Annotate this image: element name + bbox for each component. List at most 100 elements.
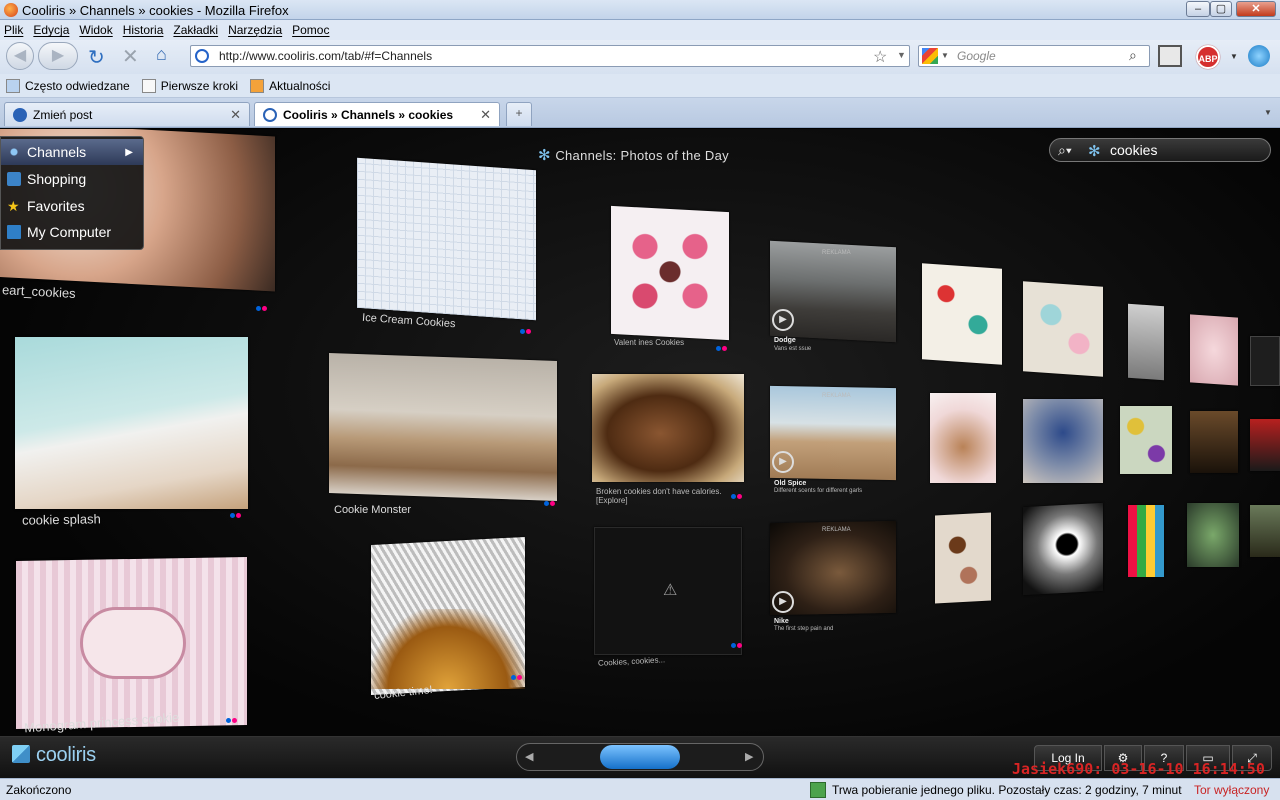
skype-icon[interactable] [1248, 45, 1270, 67]
chevron-right-icon[interactable]: ▶ [745, 750, 753, 763]
tor-status[interactable]: Tor wyłączony [1194, 783, 1269, 797]
tab-cooliris[interactable]: Cooliris » Channels » cookies ✕ [254, 102, 500, 126]
photo-thumbnail[interactable] [1250, 336, 1280, 386]
download-status[interactable]: Trwa pobieranie jednego pliku. Pozostały… [832, 783, 1182, 797]
photo-thumbnail[interactable] [935, 512, 991, 604]
chevron-down-icon[interactable]: ▼ [897, 50, 906, 60]
cooliris-wall[interactable]: eart_cookies cookie splash Monogram prin… [0, 129, 1280, 775]
close-button[interactable]: ✕ [1236, 1, 1276, 17]
search-icon[interactable]: ⌕ [1129, 47, 1137, 64]
close-tab-icon[interactable]: ✕ [480, 107, 491, 123]
flickr-icon [544, 501, 556, 506]
play-icon[interactable]: ▶ [772, 451, 794, 473]
chevron-down-icon[interactable]: ▼ [941, 51, 949, 60]
play-icon[interactable]: ▶ [772, 309, 794, 331]
windows-icon[interactable] [1158, 45, 1182, 67]
minimize-button[interactable]: – [1186, 1, 1210, 17]
status-text: Zakończono [6, 783, 72, 797]
bookmarks-toolbar: Często odwiedzane Pierwsze kroki Aktualn… [0, 74, 1280, 98]
url-text: http://www.cooliris.com/tab/#f=Channels [219, 49, 433, 63]
photo-detail [620, 219, 720, 329]
menu-historia[interactable]: Historia [123, 23, 164, 37]
reload-icon[interactable]: ↻ [88, 45, 105, 70]
menu-favorites[interactable]: ★ Favorites [1, 193, 143, 219]
scroll-slider-thumb[interactable] [600, 745, 680, 769]
menu-zakladki[interactable]: Zakładki [173, 23, 218, 37]
photo-thumbnail[interactable] [1250, 505, 1280, 557]
flickr-icon [511, 675, 523, 680]
forward-button[interactable]: ▶ [38, 42, 78, 70]
url-bar[interactable]: http://www.cooliris.com/tab/#f=Channels … [190, 45, 910, 67]
menu-plik[interactable]: Plik [4, 23, 23, 37]
menu-narzedzia[interactable]: Narzędzia [228, 23, 282, 37]
chevron-down-icon[interactable]: ▼ [1230, 52, 1238, 61]
chevron-left-icon[interactable]: ◀ [525, 750, 533, 763]
adblock-icon[interactable]: ABP [1196, 45, 1220, 69]
tab-zmien-post[interactable]: Zmień post ✕ [4, 102, 250, 126]
tab-favicon [263, 108, 277, 122]
shopping-bag-icon [7, 172, 21, 186]
tab-list-icon[interactable]: ▼ [1264, 108, 1272, 117]
photo-broken-cookies[interactable] [592, 374, 744, 482]
caption: Vans est ssue [774, 346, 812, 352]
flickr-icon [731, 643, 743, 648]
new-tab-button[interactable]: + [506, 102, 532, 126]
search-box[interactable]: ▼ Google ⌕ [918, 45, 1150, 67]
cooliris-search[interactable]: ⌕▾ ✻ cookies [1049, 138, 1271, 162]
play-icon[interactable]: ▶ [772, 591, 794, 613]
photo-thumbnail[interactable] [1128, 505, 1164, 577]
photo-thumbnail[interactable] [1190, 314, 1238, 386]
back-button[interactable]: ◀ [6, 42, 34, 70]
stop-icon[interactable]: ✕ [122, 44, 139, 69]
bookmark-item[interactable]: Aktualności [250, 78, 330, 93]
maximize-button[interactable]: ▢ [1210, 1, 1232, 17]
photo-thumbnail[interactable] [1023, 399, 1103, 483]
photo-thumbnail[interactable] [1023, 281, 1103, 377]
cookie-shape [80, 607, 186, 679]
photo-thumbnail[interactable] [1190, 411, 1238, 473]
close-tab-icon[interactable]: ✕ [230, 107, 241, 123]
timestamp-watermark: Jasiek690: 03-16-10 16:14:50 [1012, 760, 1265, 778]
photo-thumbnail[interactable] [922, 263, 1002, 365]
flickr-icon [716, 346, 728, 351]
cooliris-search-value[interactable]: cookies [1110, 142, 1157, 158]
menu-channels[interactable]: Channels ▶ [1, 139, 143, 165]
status-bar: Zakończono Trwa pobieranie jednego pliku… [0, 778, 1280, 800]
photo-ice-cream-cookies[interactable] [357, 157, 536, 321]
caption: Broken cookies don't have calories. [Exp… [596, 487, 722, 505]
flickr-icon [256, 306, 268, 311]
firefox-icon [4, 3, 18, 17]
photo-thumbnail[interactable] [930, 393, 996, 483]
photo-cookie-splash[interactable] [15, 337, 248, 509]
star-icon: ★ [7, 198, 20, 214]
photo-thumbnail[interactable] [1023, 502, 1103, 596]
photo-cookie-monster[interactable] [329, 353, 557, 501]
flickr-icon [230, 513, 242, 518]
source-menu: Channels ▶ Shopping ★ Favorites My Compute… [0, 136, 144, 250]
menu-widok[interactable]: Widok [79, 23, 112, 37]
google-icon[interactable] [922, 48, 938, 64]
search-placeholder: Google [957, 49, 996, 63]
caption: eart_cookies [1, 282, 77, 301]
bookmark-star-icon[interactable]: ☆ [873, 47, 887, 67]
caption: Valent ines Cookies [614, 338, 685, 347]
bookmark-item[interactable]: Pierwsze kroki [141, 78, 238, 93]
photo-thumbnail[interactable] [1128, 303, 1164, 381]
cooliris-logo[interactable]: cooliris [36, 744, 96, 767]
photo-thumbnail[interactable] [1120, 406, 1172, 474]
photo-thumbnail[interactable] [1250, 419, 1280, 471]
tab-bar: Zmień post ✕ Cooliris » Channels » cooki… [0, 98, 1280, 128]
search-icon[interactable]: ⌕▾ [1058, 142, 1072, 159]
menu-pomoc[interactable]: Pomoc [292, 23, 329, 37]
bookmark-item[interactable]: Często odwiedzane [6, 78, 130, 93]
caption: Old Spice [774, 480, 807, 487]
menu-my-computer[interactable]: My Computer [1, 219, 143, 245]
menu-edycja[interactable]: Edycja [33, 23, 69, 37]
home-icon[interactable]: ⌂ [156, 44, 167, 65]
photo-thumbnail[interactable] [1187, 503, 1239, 567]
photo-detail [371, 609, 525, 689]
menu-shopping[interactable]: Shopping [1, 166, 143, 192]
tab-favicon [13, 108, 27, 122]
flickr-icon [226, 718, 238, 723]
download-icon[interactable] [810, 782, 826, 798]
